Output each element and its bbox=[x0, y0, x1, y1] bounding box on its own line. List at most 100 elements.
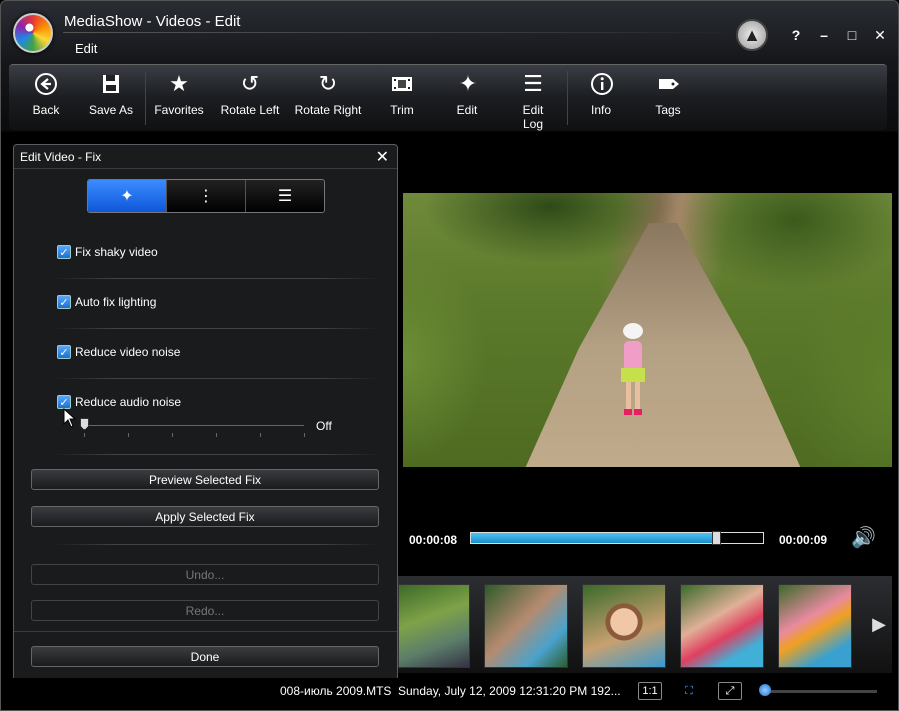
rotate-right-icon: ↻ bbox=[318, 71, 338, 96]
video-child-figure bbox=[621, 323, 645, 415]
slider-tick bbox=[216, 433, 217, 437]
divider bbox=[52, 378, 382, 379]
reduce-video-noise-label: Reduce video noise bbox=[75, 345, 181, 359]
undo-button[interactable]: Undo... bbox=[31, 564, 379, 585]
edit-button[interactable]: ✦ Edit bbox=[455, 71, 479, 117]
zoom-slider[interactable] bbox=[765, 690, 877, 693]
actual-size-button[interactable]: 1:1 bbox=[638, 682, 662, 700]
seek-bar[interactable] bbox=[470, 531, 764, 545]
slider-tick bbox=[260, 433, 261, 437]
fix-shaky-label: Fix shaky video bbox=[75, 245, 158, 259]
favorites-button[interactable]: ★ Favorites bbox=[153, 71, 205, 117]
rotate-right-button[interactable]: ↻ Rotate Right bbox=[294, 71, 362, 117]
fullscreen-icon[interactable]: ⤢ bbox=[718, 682, 742, 700]
checklist-tab[interactable]: ☰ bbox=[246, 180, 324, 212]
status-bar: 008-июль 2009.MTS Sunday, July 12, 2009 … bbox=[1, 678, 898, 710]
preview-selected-fix-button[interactable]: Preview Selected Fix bbox=[31, 469, 379, 490]
audio-noise-slider[interactable] bbox=[84, 425, 304, 426]
film-icon bbox=[389, 71, 415, 97]
back-button[interactable]: Back bbox=[27, 71, 65, 117]
toolbar-separator bbox=[145, 71, 146, 125]
maximize-button[interactable]: □ bbox=[842, 25, 862, 45]
up-arrow-icon[interactable]: ▲ bbox=[736, 19, 768, 51]
fit-person-icon[interactable]: ⛶ bbox=[677, 682, 701, 700]
status-size: 192... bbox=[590, 684, 621, 698]
mediashow-logo[interactable] bbox=[13, 13, 53, 53]
checkbox-checked-icon[interactable]: ✓ bbox=[57, 345, 71, 359]
trim-tab[interactable]: ⋮ bbox=[167, 180, 246, 212]
filmstrip-thumbnail[interactable] bbox=[582, 584, 666, 668]
status-datetime: Sunday, July 12, 2009 12:31:20 PM bbox=[398, 684, 588, 698]
video-preview[interactable] bbox=[403, 193, 892, 467]
divider bbox=[52, 328, 382, 329]
redo-button[interactable]: Redo... bbox=[31, 600, 379, 621]
checkbox-checked-icon[interactable]: ✓ bbox=[57, 295, 71, 309]
magic-wand-icon: ✦ bbox=[120, 188, 134, 205]
mouse-cursor-icon bbox=[63, 408, 77, 428]
filmstrip: ▶ bbox=[398, 576, 892, 673]
status-date: Sunday, July 12, 2009 12:31:20 PM 192... bbox=[398, 684, 621, 698]
slider-tick bbox=[304, 433, 305, 437]
window-subtitle: Edit bbox=[75, 41, 98, 56]
info-icon bbox=[589, 71, 615, 97]
magic-wand-icon: ✦ bbox=[458, 71, 478, 96]
apply-selected-fix-button[interactable]: Apply Selected Fix bbox=[31, 506, 379, 527]
trim-button[interactable]: Trim bbox=[387, 71, 417, 117]
fix-mode-tabs: ✦ ⋮ ☰ bbox=[87, 179, 325, 213]
favorites-label: Favorites bbox=[154, 103, 204, 117]
rotate-left-button[interactable]: ↺ Rotate Left bbox=[219, 71, 281, 117]
edit-log-button[interactable]: ☰ Edit Log bbox=[511, 71, 555, 131]
rotate-left-label: Rotate Left bbox=[220, 103, 280, 117]
title-divider bbox=[63, 32, 733, 33]
minimize-button[interactable]: – bbox=[814, 25, 834, 45]
help-button[interactable]: ? bbox=[786, 25, 806, 45]
save-as-label: Save As bbox=[88, 103, 134, 117]
volume-icon[interactable]: 🔊 bbox=[851, 525, 876, 550]
auto-fix-lighting-label: Auto fix lighting bbox=[75, 295, 157, 309]
divider bbox=[52, 454, 382, 455]
magic-fix-tab[interactable]: ✦ bbox=[88, 180, 167, 212]
slider-value: Off bbox=[316, 419, 332, 433]
seek-progress bbox=[471, 533, 717, 543]
reduce-audio-noise-option[interactable]: ✓ Reduce audio noise bbox=[57, 395, 181, 409]
checkbox-checked-icon[interactable]: ✓ bbox=[57, 395, 71, 409]
save-as-button[interactable]: Save As bbox=[87, 71, 135, 117]
fix-shaky-option[interactable]: ✓ Fix shaky video bbox=[57, 245, 158, 259]
panel-close-icon[interactable]: ✕ bbox=[376, 147, 389, 167]
info-button[interactable]: Info bbox=[589, 71, 613, 117]
checklist-icon: ☰ bbox=[523, 71, 543, 96]
rotate-left-icon: ↺ bbox=[240, 71, 260, 96]
slider-thumb[interactable] bbox=[80, 418, 89, 430]
app-window: MediaShow - Videos - Edit Edit ▲ ? – □ ✕… bbox=[0, 0, 899, 711]
window-title: MediaShow - Videos - Edit bbox=[64, 13, 241, 30]
filmstrip-thumbnail[interactable] bbox=[398, 584, 470, 668]
auto-fix-lighting-option[interactable]: ✓ Auto fix lighting bbox=[57, 295, 156, 309]
filmstrip-thumbnail[interactable] bbox=[484, 584, 568, 668]
divider bbox=[14, 631, 397, 632]
checkbox-checked-icon[interactable]: ✓ bbox=[57, 245, 71, 259]
save-as-icon bbox=[98, 71, 124, 97]
close-button[interactable]: ✕ bbox=[870, 25, 890, 45]
back-label: Back bbox=[32, 103, 60, 117]
total-time: 00:00:09 bbox=[779, 533, 828, 547]
reduce-video-noise-option[interactable]: ✓ Reduce video noise bbox=[57, 345, 180, 359]
reduce-audio-noise-label: Reduce audio noise bbox=[75, 395, 182, 409]
panel-title: Edit Video - Fix bbox=[20, 150, 102, 164]
slider-tick bbox=[172, 433, 173, 437]
filmstrip-next-icon[interactable]: ▶ bbox=[872, 614, 886, 635]
done-button[interactable]: Done bbox=[31, 646, 379, 667]
seek-thumb[interactable] bbox=[712, 531, 722, 545]
filmstrip-thumbnail[interactable] bbox=[680, 584, 764, 668]
edit-label: Edit bbox=[456, 103, 478, 117]
filmstrip-thumbnail[interactable] bbox=[778, 584, 852, 668]
slider-tick bbox=[128, 433, 129, 437]
zoom-slider-thumb[interactable] bbox=[759, 684, 771, 696]
tags-button[interactable]: Tags bbox=[653, 71, 683, 117]
window-controls: ▲ ? – □ ✕ bbox=[736, 19, 890, 51]
divider bbox=[52, 544, 382, 545]
back-icon bbox=[33, 71, 59, 97]
trim-label: Trim bbox=[390, 103, 414, 117]
main-toolbar: Back Save As ★ Favorites ↺ Rotate Left ↻… bbox=[9, 64, 887, 131]
edit-log-label: Edit Log bbox=[522, 103, 544, 131]
edit-video-panel: Edit Video - Fix ✕ ✦ ⋮ ☰ ✓ Fix shaky vid… bbox=[13, 144, 398, 681]
